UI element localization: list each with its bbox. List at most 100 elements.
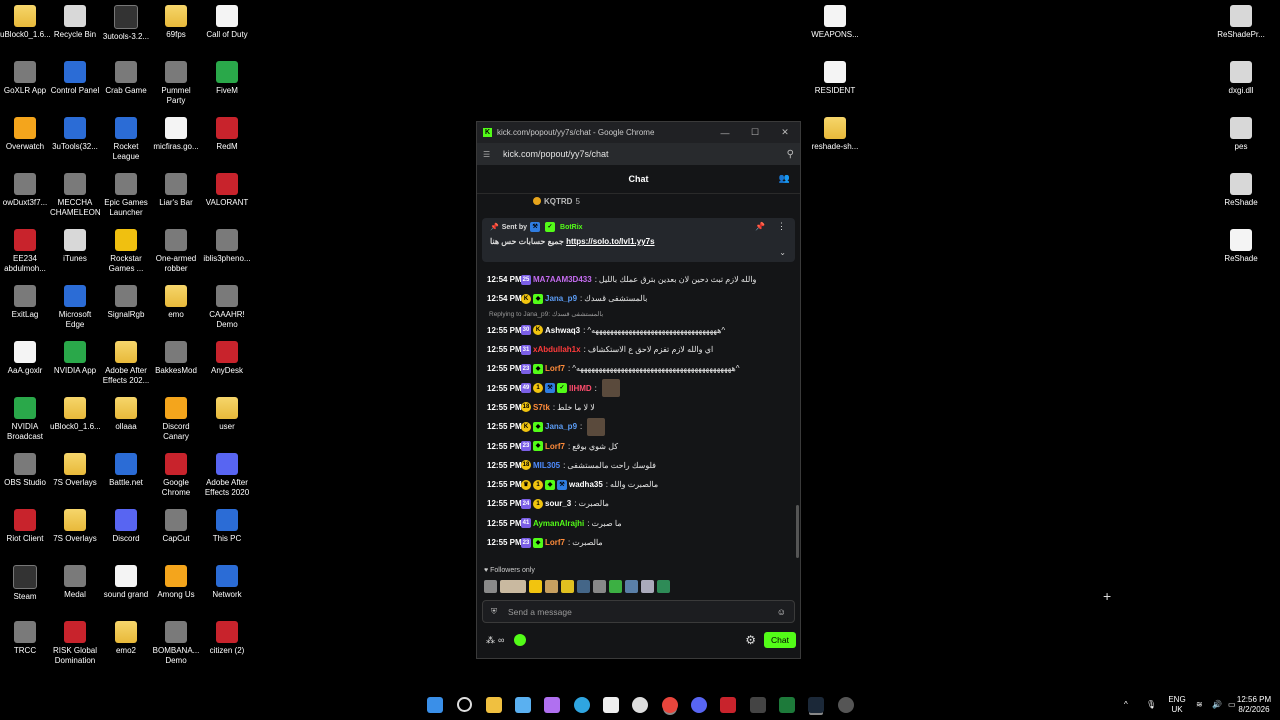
desktop-icon[interactable]: Overwatch — [0, 117, 50, 152]
desktop-icon[interactable]: This PC — [202, 509, 252, 544]
app-icon[interactable] — [720, 697, 736, 713]
pin-icon[interactable]: 📌 — [755, 222, 765, 231]
desktop-icon[interactable]: micfiras.go... — [151, 117, 201, 152]
desktop-icon[interactable]: WEAPONS... — [810, 5, 860, 40]
desktop-icon[interactable]: EE234 abdulmoh... — [0, 229, 50, 274]
desktop-icon[interactable]: Liar's Bar — [151, 173, 201, 208]
show-hidden-icons[interactable]: ^ — [1124, 700, 1128, 710]
gear-icon[interactable]: ⚙ — [745, 633, 756, 647]
points-icon[interactable]: ⁂ — [486, 635, 495, 646]
language-indicator[interactable]: ENG UK — [1166, 695, 1188, 715]
desktop-icon[interactable]: Discord — [101, 509, 151, 544]
message-username[interactable]: MIL305 — [533, 461, 560, 470]
chat-scrollbar[interactable] — [796, 505, 799, 558]
message-username[interactable]: wadha35 — [569, 480, 603, 489]
close-button[interactable]: ✕ — [770, 127, 800, 138]
address-bar[interactable]: ☰ kick.com/popout/yy7s/chat ⚲ — [477, 143, 800, 165]
search-icon[interactable]: ⚲ — [787, 149, 794, 160]
app-icon[interactable] — [632, 697, 648, 713]
emote-item[interactable] — [561, 580, 574, 593]
desktop-icon[interactable]: Google Chrome — [151, 453, 201, 498]
users-icon[interactable]: 👥 — [779, 173, 790, 184]
desktop-icon[interactable]: Medal — [50, 565, 100, 600]
emote-item[interactable] — [641, 580, 654, 593]
desktop-icon[interactable]: Discord Canary — [151, 397, 201, 442]
message-username[interactable]: Lorf7 — [545, 538, 565, 547]
message-username[interactable]: Jana_p9 — [545, 294, 577, 303]
desktop-icon[interactable]: RedM — [202, 117, 252, 152]
desktop-icon[interactable]: BOMBANA... Demo — [151, 621, 201, 666]
riot-icon[interactable] — [838, 697, 854, 713]
message-username[interactable]: MA7AAM3D433 — [533, 275, 592, 284]
desktop-icon[interactable]: 3uTools(32... — [50, 117, 100, 152]
kick-logo-icon[interactable] — [514, 634, 527, 646]
minimize-button[interactable]: — — [710, 128, 740, 138]
desktop-icon[interactable]: uBlock0_1.6... — [0, 5, 51, 40]
desktop-icon[interactable]: Riot Client — [0, 509, 50, 544]
emote-item[interactable] — [529, 580, 542, 593]
emoji-icon[interactable]: ☺ — [777, 607, 786, 617]
message-username[interactable]: Lorf7 — [545, 364, 565, 373]
desktop-icon[interactable]: TRCC — [0, 621, 50, 656]
desktop-icon[interactable]: user — [202, 397, 252, 432]
desktop-icon[interactable]: Pummel Party — [151, 61, 201, 106]
message-username[interactable]: AymanAlrajhi — [533, 519, 584, 528]
message-username[interactable]: xAbdullah1x — [533, 345, 581, 354]
desktop-icon[interactable]: BakkesMod — [151, 341, 201, 376]
message-username[interactable]: IIHMD — [569, 384, 592, 393]
maximize-button[interactable]: ☐ — [740, 127, 770, 138]
message-username[interactable]: Ashwaq3 — [545, 326, 580, 335]
search-icon[interactable] — [457, 697, 472, 712]
chevron-down-icon[interactable]: ⌄ — [779, 248, 786, 257]
desktop-icon[interactable]: SignalRgb — [101, 285, 151, 320]
send-chat-button[interactable]: Chat — [764, 632, 796, 648]
site-settings-icon[interactable]: ☰ — [483, 150, 495, 159]
emote-item[interactable] — [500, 580, 526, 593]
desktop-icon[interactable]: 7S Overlays — [50, 453, 100, 488]
desktop-icon[interactable]: Adobe After Effects 202... — [101, 341, 151, 386]
wifi-icon[interactable]: ≋ — [1196, 700, 1203, 710]
desktop-icon[interactable]: dxgi.dll — [1216, 61, 1266, 96]
desktop-icon[interactable]: Epic Games Launcher — [101, 173, 151, 218]
desktop-icon[interactable]: 3utools-3.2... — [101, 5, 151, 42]
emote-item[interactable] — [625, 580, 638, 593]
medal-icon[interactable] — [750, 697, 766, 713]
emote-item[interactable] — [609, 580, 622, 593]
desktop-icon[interactable]: NVIDIA App — [50, 341, 100, 376]
emote-item[interactable] — [657, 580, 670, 593]
excel-icon[interactable] — [779, 697, 795, 713]
desktop-icon[interactable]: Crab Game — [101, 61, 151, 96]
desktop-icon[interactable]: iblis3pheno... — [202, 229, 252, 264]
desktop-icon[interactable]: iTunes — [50, 229, 100, 264]
copilot-icon[interactable] — [544, 697, 560, 713]
desktop-icon[interactable]: Steam — [0, 565, 50, 602]
emote-item[interactable] — [545, 580, 558, 593]
desktop-icon[interactable]: FiveM — [202, 61, 252, 96]
desktop-icon[interactable]: citizen (2) — [202, 621, 252, 656]
desktop-icon[interactable]: pes — [1216, 117, 1266, 152]
start-button-icon[interactable] — [427, 697, 443, 713]
desktop-icon[interactable]: RISK Global Domination — [50, 621, 100, 666]
desktop-icon[interactable]: Microsoft Edge — [50, 285, 100, 330]
clock[interactable]: 12:56 PM 8/2/2026 — [1232, 695, 1276, 715]
bot-name[interactable]: BotRix — [560, 224, 583, 231]
emote-item[interactable] — [593, 580, 606, 593]
microphone-icon[interactable]: 🎙 — [1146, 700, 1156, 710]
desktop-icon[interactable]: emo2 — [101, 621, 151, 656]
desktop-icon[interactable]: AnyDesk — [202, 341, 252, 376]
desktop-icon[interactable]: ExitLag — [0, 285, 50, 320]
pinned-link[interactable]: https://solo.to/lvl1.yy7s — [566, 237, 654, 246]
file-explorer-icon[interactable] — [486, 697, 502, 713]
desktop-icon[interactable]: ReShade — [1216, 229, 1266, 264]
desktop-icon[interactable]: Rocket League — [101, 117, 151, 162]
desktop-icon[interactable]: Battle.net — [101, 453, 151, 488]
desktop-icon[interactable]: AaA.goxlr — [0, 341, 50, 376]
message-input[interactable] — [506, 605, 777, 618]
desktop-icon[interactable]: VALORANT — [202, 173, 252, 208]
desktop-icon[interactable]: ReShadePr... — [1216, 5, 1266, 40]
emote-image[interactable] — [587, 417, 606, 436]
desktop-icon[interactable]: 7S Overlays — [50, 509, 100, 544]
chrome-icon[interactable] — [662, 697, 678, 713]
store-icon[interactable] — [515, 697, 531, 713]
desktop-icon[interactable]: ollaaa — [101, 397, 151, 432]
